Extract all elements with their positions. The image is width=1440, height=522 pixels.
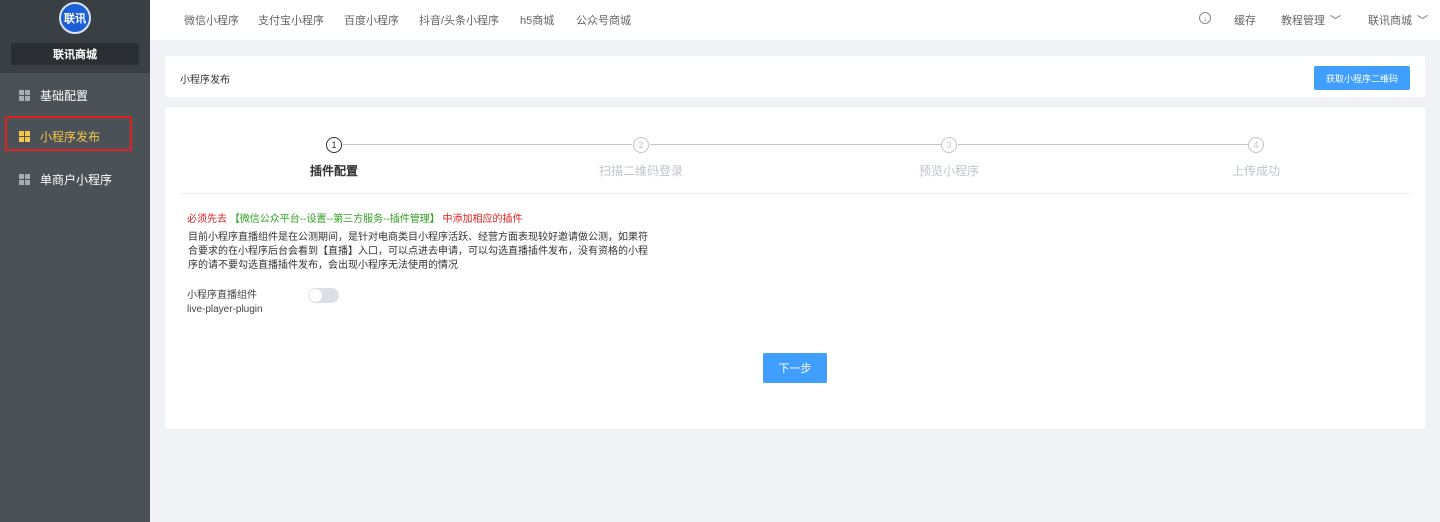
get-qrcode-button[interactable]: 获取小程序二维码 xyxy=(1314,66,1410,90)
nav-baidu-miniprogram[interactable]: 百度小程序 xyxy=(344,12,399,28)
store-logo[interactable]: 联讯 xyxy=(59,2,91,34)
notice-prefix: 必须先去 xyxy=(187,214,227,225)
plugin-label: 小程序直播组件 live-player-plugin xyxy=(187,289,263,317)
grid-icon xyxy=(19,89,30,101)
nav-douyin-miniprogram[interactable]: 抖音/头条小程序 xyxy=(419,12,499,28)
step-3-circle: 3 xyxy=(941,137,957,153)
store-name: 联讯商城 xyxy=(11,43,139,65)
step-2-circle: 2 xyxy=(633,137,649,153)
nav-official-account-mall[interactable]: 公众号商城 xyxy=(576,12,631,28)
step-1-label: 插件配置 xyxy=(309,164,359,178)
step-3-label: 预览小程序 xyxy=(918,164,980,178)
step-2-label: 扫描二维码登录 xyxy=(598,164,684,178)
step-connector xyxy=(343,144,632,145)
user-menu[interactable]: 联讯商城 ﹀ xyxy=(1368,12,1428,28)
plugin-id: live-player-plugin xyxy=(187,304,263,315)
chevron-down-icon: ﹀ xyxy=(1417,15,1428,27)
sidebar-item-basic-config[interactable]: 基础配置 xyxy=(0,75,150,115)
notice-suffix: 中添加相应的插件 xyxy=(442,214,523,225)
top-bar: 微信小程序 支付宝小程序 百度小程序 抖音/头条小程序 h5商城 公众号商城 ↓… xyxy=(150,0,1440,40)
page-title: 小程序发布 xyxy=(180,75,230,86)
tutorial-menu[interactable]: 教程管理 ﹀ xyxy=(1281,12,1341,28)
nav-alipay-miniprogram[interactable]: 支付宝小程序 xyxy=(258,12,324,28)
sidebar-item-single-merchant[interactable]: 单商户小程序 xyxy=(0,159,150,199)
step-4-label: 上传成功 xyxy=(1231,164,1281,178)
live-plugin-toggle[interactable] xyxy=(308,288,339,303)
step-connector xyxy=(958,144,1248,145)
highlight-box xyxy=(5,116,132,151)
tutorial-label: 教程管理 xyxy=(1281,15,1325,27)
nav-h5-mall[interactable]: h5商城 xyxy=(520,12,554,28)
top-right-menu: ↓ 缓存 教程管理 ﹀ 联讯商城 ﹀ xyxy=(1150,0,1440,36)
download-icon[interactable]: ↓ xyxy=(1199,12,1211,24)
plugin-notice: 必须先去 【微信公众平台--设置--第三方服务--插件管理】 中添加相应的插件 xyxy=(187,210,523,225)
sidebar-item-label: 基础配置 xyxy=(40,88,89,103)
step-4-circle: 4 xyxy=(1248,137,1264,153)
step-1-circle: 1 xyxy=(326,137,342,153)
plugin-name: 小程序直播组件 xyxy=(187,290,257,301)
nav-wechat-miniprogram[interactable]: 微信小程序 xyxy=(184,12,239,28)
user-label: 联讯商城 xyxy=(1368,15,1412,27)
notice-path: 【微信公众平台--设置--第三方服务--插件管理】 xyxy=(229,214,440,225)
grid-icon xyxy=(19,173,30,185)
step-connector xyxy=(650,144,941,145)
sidebar-header: 联讯 联讯商城 xyxy=(0,0,150,73)
cache-button[interactable]: 缓存 xyxy=(1234,12,1256,28)
divider xyxy=(180,193,1410,194)
chevron-down-icon: ﹀ xyxy=(1330,15,1341,27)
page-header-card: 小程序发布 获取小程序二维码 xyxy=(165,56,1425,97)
main-card: 1 2 3 4 插件配置 扫描二维码登录 预览小程序 上传成功 必须先去 【微信… xyxy=(165,107,1425,429)
plugin-description: 目前小程序直播组件是在公测期间，是针对电商类目小程序活跃、经营方面表现较好邀请做… xyxy=(188,232,648,271)
sidebar: 联讯 联讯商城 基础配置 小程序发布 单商户小程序 xyxy=(0,0,150,522)
next-step-button[interactable]: 下一步 xyxy=(763,353,827,383)
sidebar-item-label: 单商户小程序 xyxy=(40,172,113,187)
